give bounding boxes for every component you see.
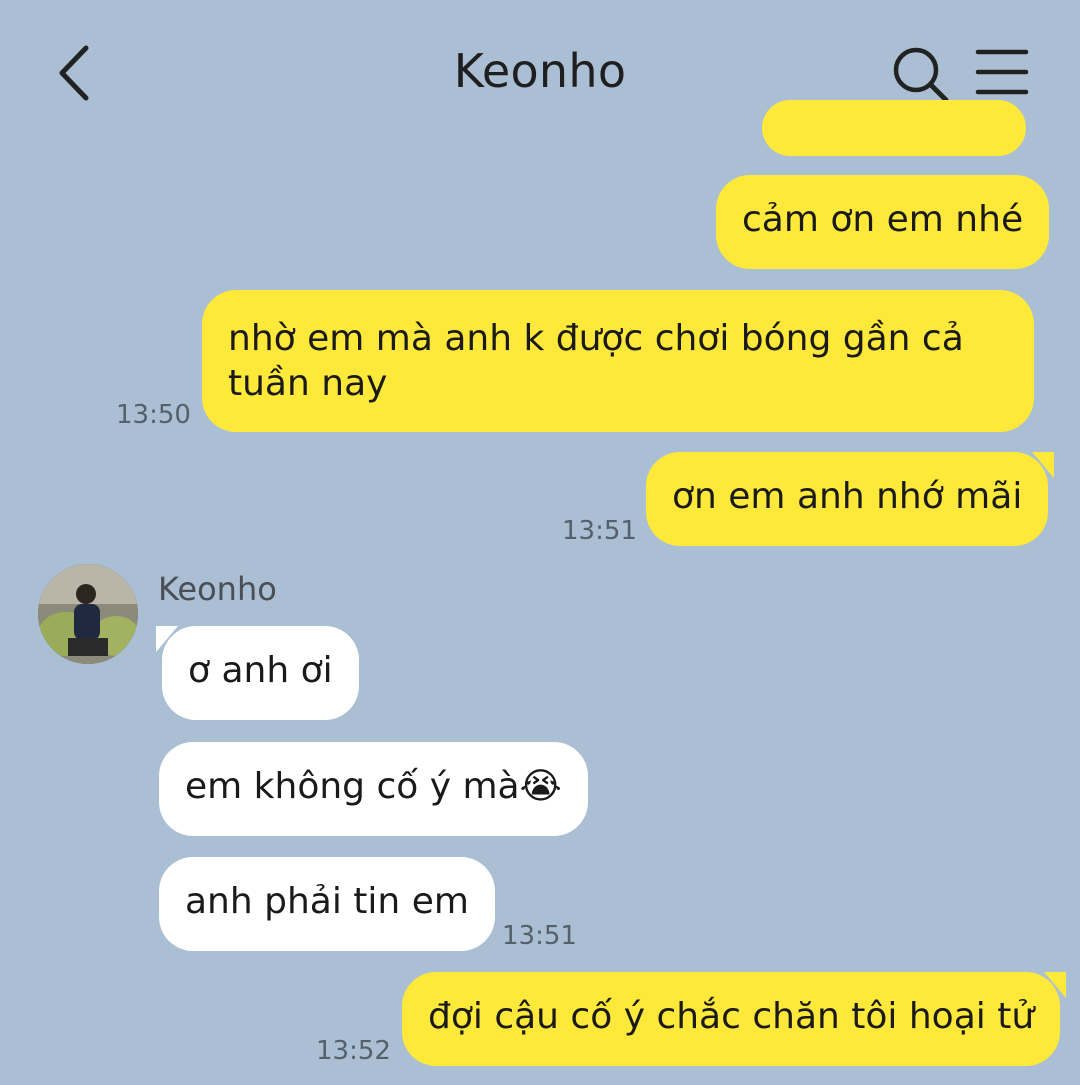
message-bubble-outgoing[interactable]: cảm ơn em nhé (716, 175, 1050, 269)
chat-screen: Keonho cảm ơn em nhé 13:50 nhờ em mà anh… (0, 0, 1080, 1085)
menu-button[interactable] (970, 42, 1034, 106)
message-bubble-outgoing[interactable]: ơn em anh nhớ mãi (646, 452, 1055, 546)
menu-icon (975, 49, 1029, 95)
message-bubble-incoming[interactable]: anh phải tin em (159, 857, 495, 951)
sender-name: Keonho (158, 570, 277, 608)
message-text: em không cố ý mà😭 (185, 766, 562, 807)
contact-avatar[interactable] (38, 564, 138, 664)
message-time: 13:51 (562, 516, 637, 546)
message-time: 13:50 (116, 400, 191, 430)
message-text: ơ anh ơi (188, 650, 333, 691)
message-text: anh phải tin em (185, 881, 469, 922)
message-text-line: tuần nay (228, 363, 388, 404)
message-text: ơn em anh nhớ mãi (672, 476, 1023, 517)
message-text-line: nhờ em mà anh k được chơi bóng gần cả (228, 318, 964, 359)
message-bubble-incoming[interactable]: em không cố ý mà😭 (159, 742, 588, 836)
message-bubble-incoming[interactable]: ơ anh ơi (156, 626, 359, 720)
avatar-photo (38, 564, 138, 664)
message-time: 13:52 (316, 1036, 391, 1066)
message-bubble-outgoing[interactable]: nhờ em mà anh k được chơi bóng gần cả tu… (202, 290, 1034, 432)
message-bubble-outgoing[interactable]: đợi cậu cố ý chắc chăn tôi hoại tử (402, 972, 1067, 1066)
message-time: 13:51 (502, 921, 577, 951)
message-text: đợi cậu cố ý chắc chăn tôi hoại tử (428, 996, 1035, 1037)
message-text: cảm ơn em nhé (742, 199, 1024, 240)
message-bubble-partial[interactable] (762, 100, 1026, 156)
